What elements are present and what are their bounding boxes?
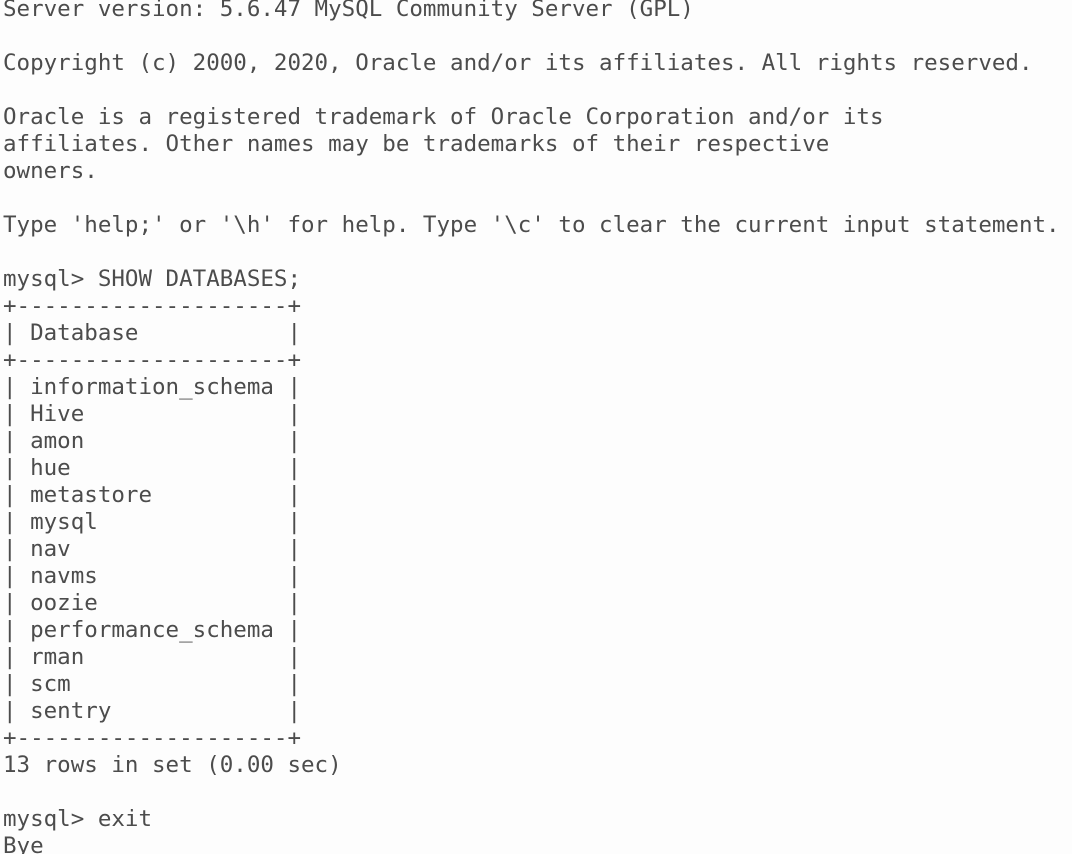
table-row: | information_schema | <box>3 374 302 400</box>
table-row: | hue | <box>3 455 302 481</box>
table-row: | nav | <box>3 536 302 562</box>
table-row: | oozie | <box>3 590 302 616</box>
table-row: | performance_schema | <box>3 617 302 643</box>
table-row: | metastore | <box>3 482 302 508</box>
terminal-window[interactable]: Server version: 5.6.47 MySQL Community S… <box>0 0 1072 854</box>
table-row: | Hive | <box>3 401 302 427</box>
table-row: | rman | <box>3 644 302 670</box>
help-hint-line: Type 'help;' or '\h' for help. Type '\c'… <box>3 212 1060 238</box>
table-border-bottom: +--------------------+ <box>3 725 302 751</box>
table-border-header: +--------------------+ <box>3 347 302 373</box>
table-row: | navms | <box>3 563 302 589</box>
exit-response: Bye <box>3 833 44 854</box>
table-header-row: | Database | <box>3 320 302 346</box>
server-version-line: Server version: 5.6.47 MySQL Community S… <box>3 0 694 22</box>
command-exit: mysql> exit <box>3 806 153 832</box>
table-row: | scm | <box>3 671 302 697</box>
command-show-databases: mysql> SHOW DATABASES; <box>3 266 302 292</box>
console-output[interactable]: Server version: 5.6.47 MySQL Community S… <box>0 0 1072 854</box>
rows-in-set-status: 13 rows in set (0.00 sec) <box>3 752 342 778</box>
trademark-line-1: Oracle is a registered trademark of Orac… <box>3 104 884 130</box>
copyright-line: Copyright (c) 2000, 2020, Oracle and/or … <box>3 50 1033 76</box>
table-row: | amon | <box>3 428 302 454</box>
trademark-line-3: owners. <box>3 158 98 184</box>
table-row: | mysql | <box>3 509 302 535</box>
table-row: | sentry | <box>3 698 302 724</box>
trademark-line-2: affiliates. Other names may be trademark… <box>3 131 830 157</box>
table-border-top: +--------------------+ <box>3 293 302 319</box>
